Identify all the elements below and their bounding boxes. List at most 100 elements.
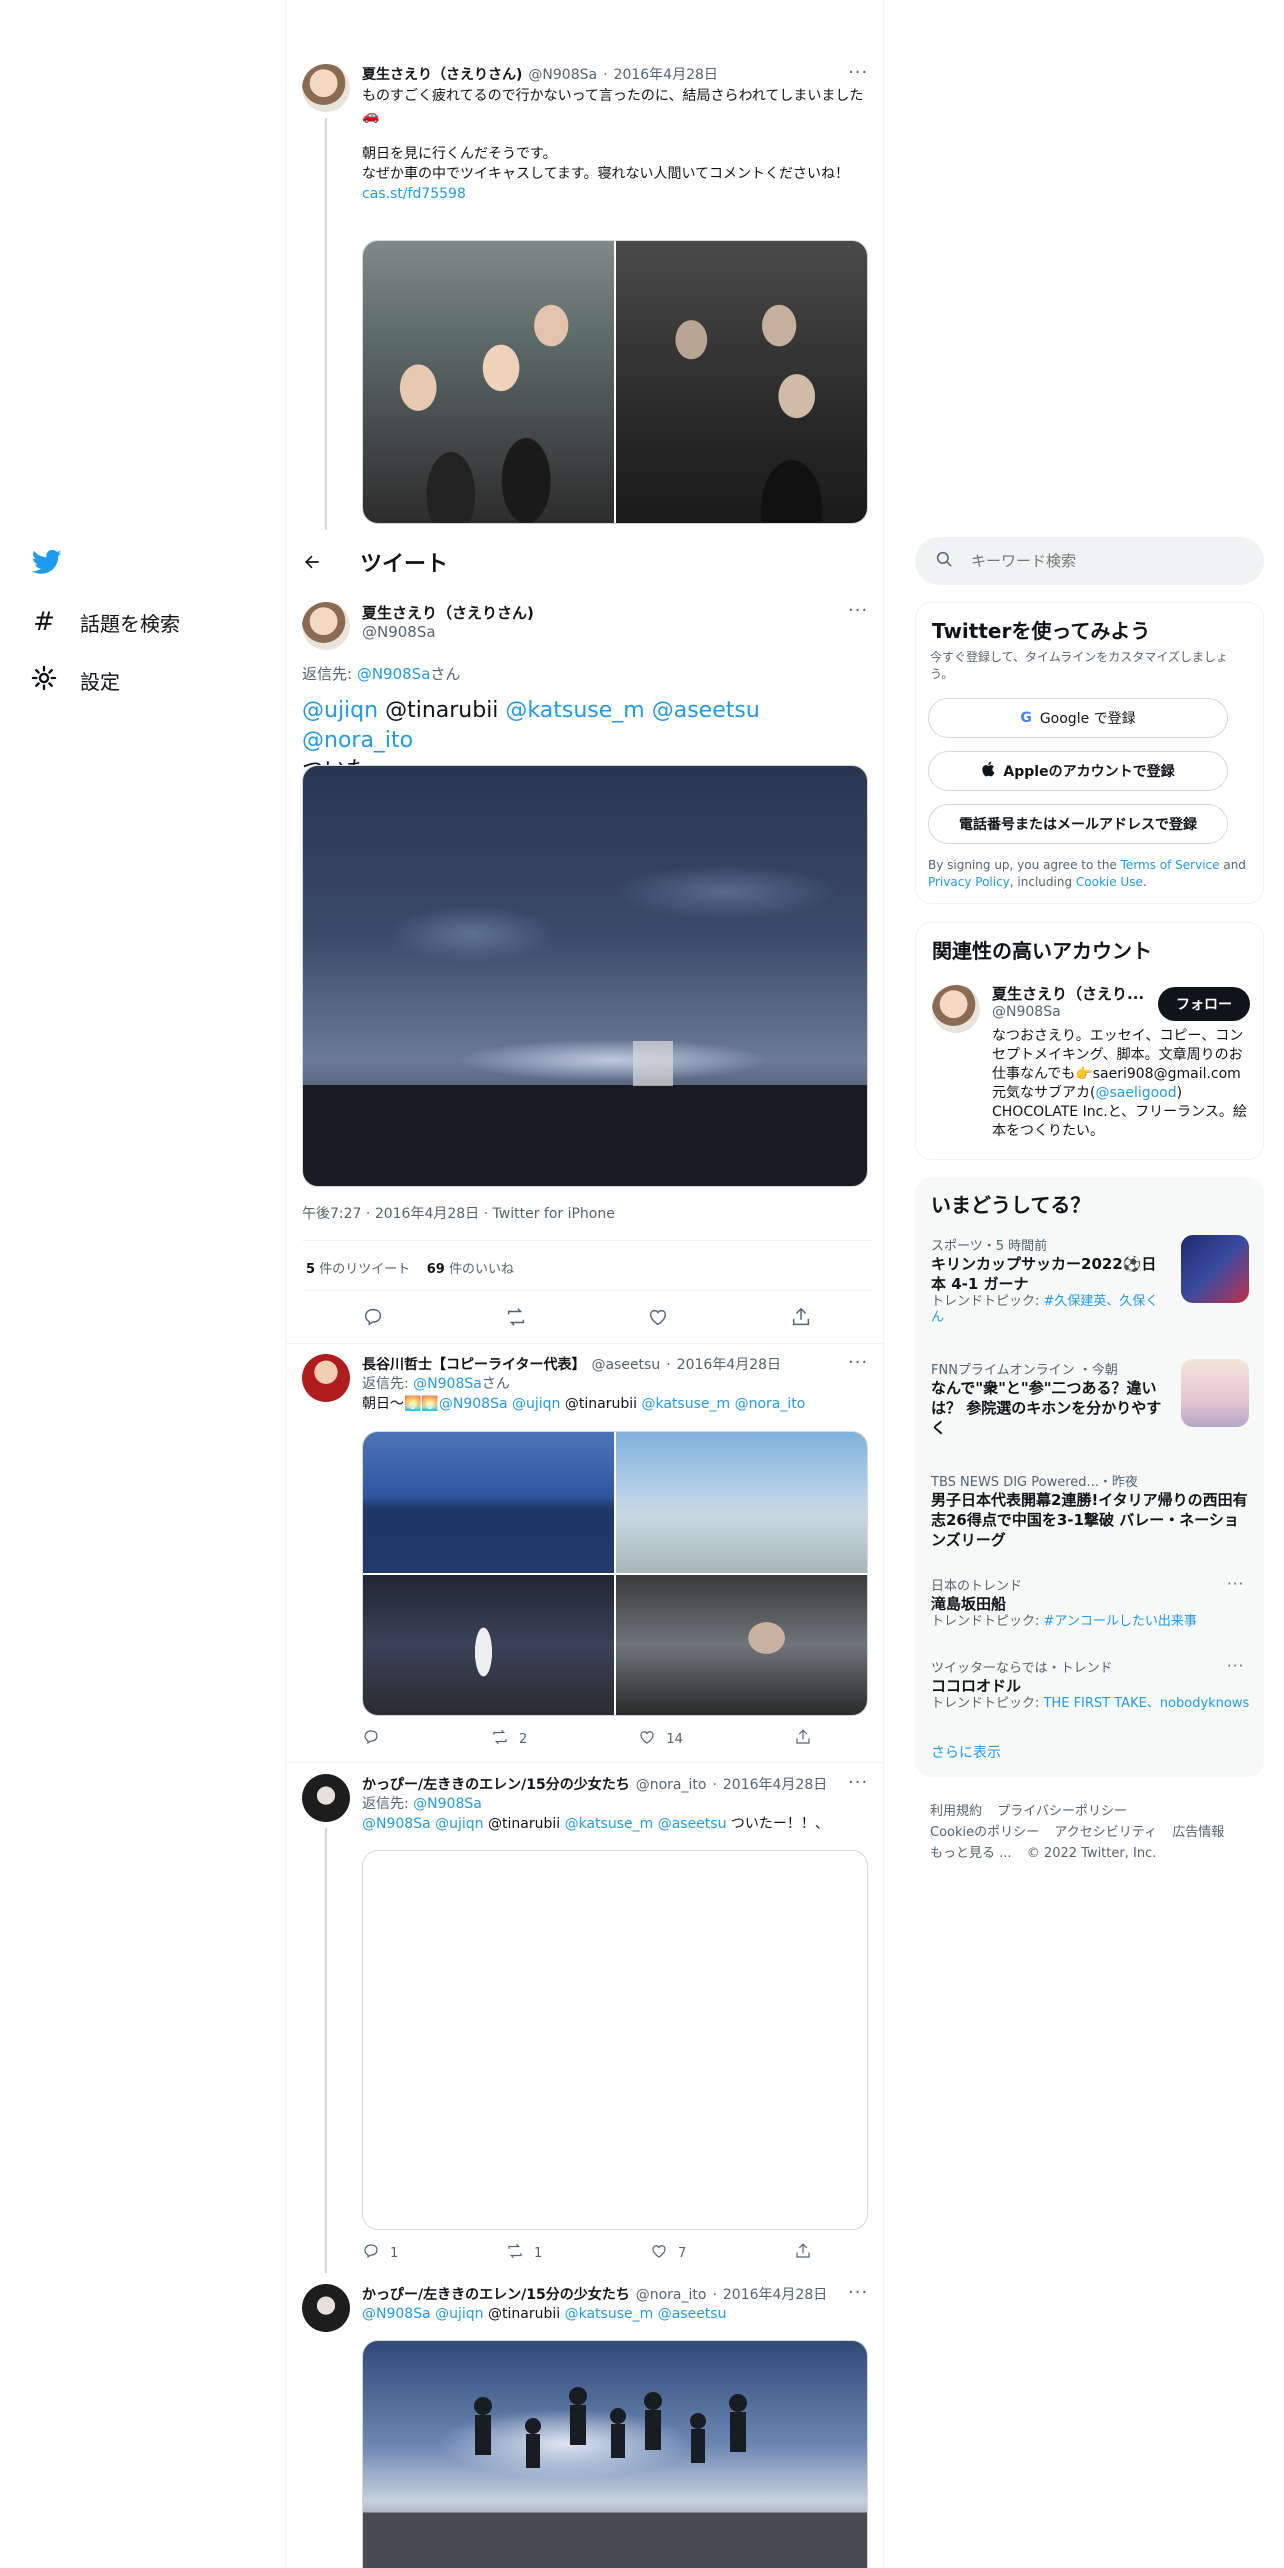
- author-name[interactable]: 長谷川哲士【コピーライター代表】: [362, 1354, 585, 1374]
- reply-to-link[interactable]: @N908Sa: [413, 1376, 482, 1392]
- more-icon[interactable]: ···: [848, 2282, 868, 2303]
- tweet-link[interactable]: cas.st/fd75598: [362, 184, 870, 204]
- mention-link[interactable]: @ujiqn: [302, 698, 378, 723]
- tweet-timestamp[interactable]: 午後7:27 · 2016年4月28日 · Twitter for iPhone: [302, 1204, 615, 1224]
- reply-button[interactable]: 1: [362, 2242, 398, 2264]
- more-icon[interactable]: ···: [848, 1352, 868, 1373]
- share-button[interactable]: [794, 1728, 812, 1750]
- media-embed-placeholder[interactable]: [362, 1850, 868, 2230]
- mention-link[interactable]: @katsuse_m: [565, 2306, 654, 2322]
- footer-accessibility[interactable]: アクセシビリティ: [1054, 1825, 1157, 1840]
- like-button[interactable]: 7: [650, 2242, 686, 2264]
- reply-tweet-3[interactable]: かっぴー/左ききのエレン/15分の少女たち @nora_ito · 2016年4…: [362, 2284, 870, 2324]
- avatar[interactable]: [932, 985, 980, 1033]
- author-handle[interactable]: @N908Sa: [362, 623, 534, 641]
- trend-item[interactable]: ツイッターならでは・トレンド ココロオドル トレンドトピック: THE FIRS…: [931, 1657, 1251, 1712]
- mention-link[interactable]: @ujiqn: [435, 2306, 483, 2322]
- author-handle[interactable]: @N908Sa: [528, 67, 597, 83]
- phone-signup-button[interactable]: 電話番号またはメールアドレスで登録: [928, 804, 1228, 844]
- footer-ads[interactable]: 広告情報: [1172, 1825, 1224, 1840]
- nav-settings[interactable]: 設定: [30, 656, 120, 704]
- photo-jumping-group[interactable]: [362, 2340, 868, 2568]
- follow-button[interactable]: フォロー: [1158, 987, 1250, 1021]
- mention-link[interactable]: @aseetsu: [658, 2306, 727, 2322]
- mention-link[interactable]: @N908Sa: [362, 2306, 431, 2322]
- prev-tweet[interactable]: 夏生さえり（さえりさん) @N908Sa · 2016年4月28日 ものすごく疲…: [362, 64, 870, 204]
- photo-group-store[interactable]: [363, 241, 614, 523]
- source[interactable]: Twitter for iPhone: [493, 1206, 615, 1222]
- mention-link[interactable]: @N908Sa: [362, 1816, 431, 1832]
- reply-to-link[interactable]: @N908Sa: [357, 665, 431, 683]
- author-handle[interactable]: @aseetsu: [591, 1357, 660, 1373]
- reply-tweet-2[interactable]: かっぴー/左ききのエレン/15分の少女たち @nora_ito · 2016年4…: [362, 1774, 870, 1834]
- retweet-button[interactable]: 2: [491, 1728, 527, 1750]
- reply-icon[interactable]: [362, 1306, 384, 1332]
- back-arrow-icon[interactable]: [302, 552, 322, 572]
- related-handle[interactable]: @N908Sa: [992, 1004, 1144, 1020]
- mention-link[interactable]: @ujiqn: [435, 1816, 483, 1832]
- tweet-date[interactable]: 2016年4月28日: [723, 2284, 827, 2304]
- bio-mention-link[interactable]: @saeligood: [1095, 1085, 1176, 1101]
- tweet-date[interactable]: 2016年4月28日: [677, 1354, 781, 1374]
- trend-thumbnail[interactable]: [1181, 1235, 1249, 1303]
- related-account[interactable]: 夏生さえり（さえり... @N908Sa: [992, 983, 1144, 1020]
- author-handle[interactable]: @nora_ito: [636, 2287, 707, 2303]
- cookie-link[interactable]: Cookie Use: [1076, 875, 1143, 889]
- search-input[interactable]: [971, 552, 1231, 570]
- privacy-link[interactable]: Privacy Policy: [928, 875, 1010, 889]
- footer-more[interactable]: もっと見る ...: [930, 1846, 1012, 1861]
- trend-item[interactable]: 日本のトレンド 滝島坂田船 トレンドトピック: #アンコールしたい出来事: [931, 1575, 1231, 1630]
- twitter-logo-icon[interactable]: [31, 547, 62, 581]
- more-icon[interactable]: ···: [848, 1772, 868, 1793]
- like-button[interactable]: 14: [638, 1728, 683, 1750]
- like-count[interactable]: 69 件のいいね: [427, 1262, 514, 1277]
- google-signup-button[interactable]: G Google で登録: [928, 698, 1228, 738]
- media-grid[interactable]: [362, 1431, 868, 1716]
- retweet-count[interactable]: 5 件のリツイート: [306, 1262, 410, 1277]
- photo-group-car[interactable]: [616, 241, 867, 523]
- trend-item[interactable]: スポーツ・5 時間前 キリンカップサッカー2022⚽日本 4-1 ガーナ トレン…: [931, 1235, 1171, 1326]
- more-icon[interactable]: ···: [848, 600, 868, 621]
- mention-link[interactable]: @aseetsu: [658, 1816, 727, 1832]
- avatar[interactable]: [302, 602, 350, 650]
- avatar[interactable]: [302, 64, 350, 112]
- more-icon[interactable]: ···: [1227, 1657, 1244, 1675]
- trend-item[interactable]: FNNプライムオンライン ・今朝 なんで"衆"と"参"二つある？違いは？ 参院選…: [931, 1359, 1171, 1438]
- share-icon[interactable]: [790, 1306, 812, 1332]
- trend-item[interactable]: TBS NEWS DIG Powered...・昨夜 男子日本代表開幕2連勝!イ…: [931, 1471, 1251, 1550]
- mention-link[interactable]: @katsuse_m: [641, 1396, 730, 1412]
- photo-beach-2[interactable]: [616, 1432, 867, 1573]
- tweet-date[interactable]: 2016年4月28日: [723, 1774, 827, 1794]
- related-name[interactable]: 夏生さえり（さえり...: [992, 983, 1144, 1004]
- share-button[interactable]: [794, 2242, 812, 2264]
- trend-thumbnail[interactable]: [1181, 1359, 1249, 1427]
- more-icon[interactable]: ···: [848, 62, 868, 83]
- mention-link[interactable]: @nora_ito: [735, 1396, 806, 1412]
- mention-link[interactable]: @nora_ito: [302, 728, 413, 753]
- mention-link[interactable]: @ujiqn: [512, 1396, 560, 1412]
- reply-button[interactable]: [362, 1728, 380, 1750]
- mention-link[interactable]: @katsuse_m: [565, 1816, 654, 1832]
- reply-tweet-1[interactable]: 長谷川哲士【コピーライター代表】 @aseetsu · 2016年4月28日 返…: [362, 1354, 870, 1414]
- main-author[interactable]: 夏生さえり（さえりさん) @N908Sa: [362, 602, 534, 641]
- photo-beach-sunrise[interactable]: [302, 765, 868, 1187]
- terms-link[interactable]: Terms of Service: [1121, 858, 1220, 872]
- trend-topic-link[interactable]: THE FIRST TAKE、nobodyknows: [1044, 1696, 1250, 1711]
- trend-topic-link[interactable]: #アンコールしたい出来事: [1044, 1614, 1197, 1629]
- nav-explore[interactable]: # 話題を検索: [30, 598, 180, 646]
- like-icon[interactable]: [647, 1306, 669, 1332]
- avatar[interactable]: [302, 2284, 350, 2332]
- photo-beach-3[interactable]: [363, 1574, 614, 1715]
- photo-beach-1[interactable]: [363, 1432, 614, 1573]
- photo-car-interior[interactable]: [616, 1574, 867, 1715]
- apple-signup-button[interactable]: Appleのアカウントで登録: [928, 751, 1228, 791]
- author-name[interactable]: 夏生さえり（さえりさん): [362, 602, 534, 623]
- media-grid[interactable]: [362, 240, 868, 524]
- retweet-icon[interactable]: [505, 1306, 527, 1332]
- show-more-link[interactable]: さらに表示: [931, 1742, 1001, 1762]
- more-icon[interactable]: ···: [1227, 1575, 1244, 1593]
- mention-link[interactable]: @katsuse_m: [505, 698, 644, 723]
- footer-cookie[interactable]: Cookieのポリシー: [930, 1825, 1039, 1840]
- mention-link[interactable]: @N908Sa: [439, 1396, 508, 1412]
- search-bar[interactable]: [915, 537, 1264, 585]
